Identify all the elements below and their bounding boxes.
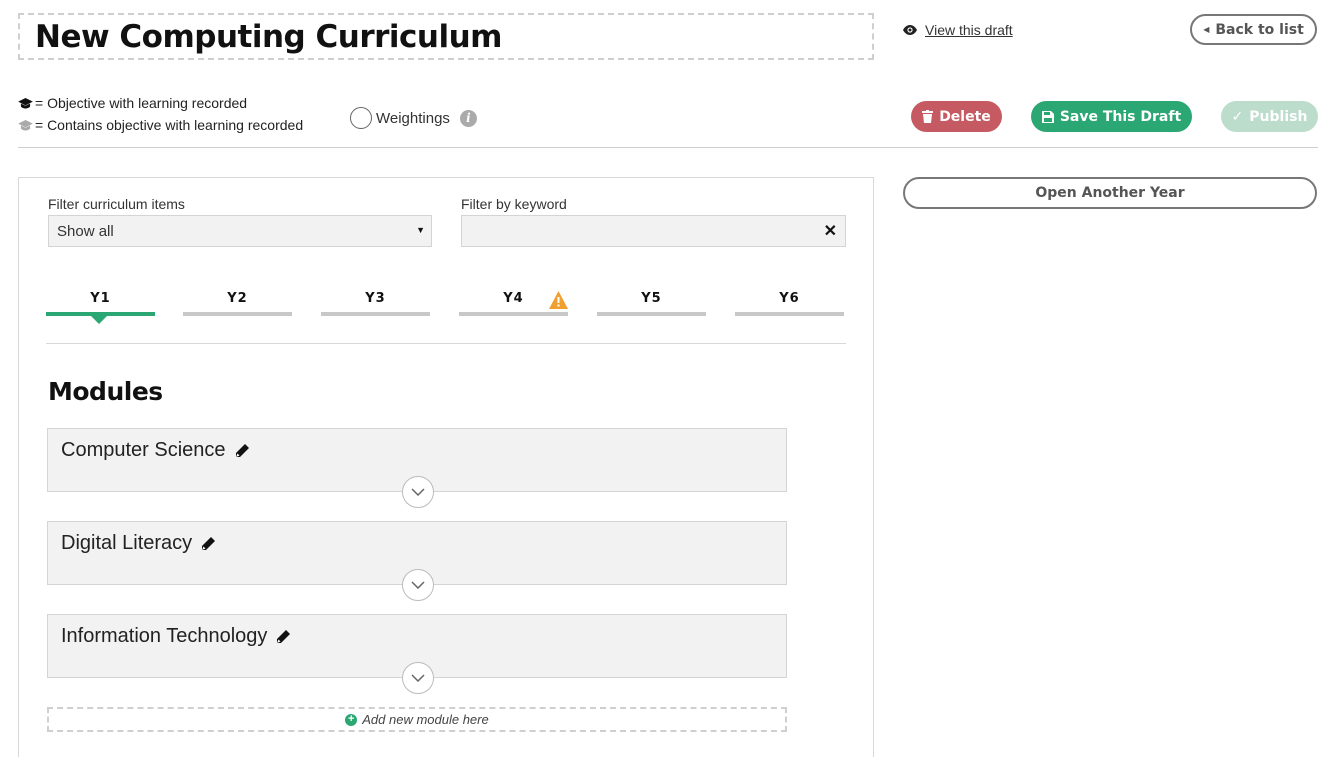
clear-icon[interactable]: ✕ [824, 221, 837, 241]
warning-icon [549, 291, 568, 309]
legend: = Objective with learning recorded = Con… [18, 92, 303, 136]
tab-label: Y6 [779, 291, 800, 306]
pencil-icon[interactable] [200, 536, 216, 552]
tab-label: Y1 [90, 291, 111, 306]
expand-module-button[interactable] [402, 662, 434, 694]
eye-icon [903, 25, 917, 35]
tab-label: Y5 [641, 291, 662, 306]
filter-keyword-input[interactable]: ✕ [461, 215, 846, 247]
tab-y3[interactable]: Y3 [321, 291, 430, 316]
module-title: Digital Literacy [61, 532, 216, 555]
module-card[interactable]: Information Technology [47, 614, 787, 694]
filter-items-value: Show all [57, 223, 114, 240]
plus-circle-icon: + [345, 713, 358, 726]
back-to-list-label: Back to list [1215, 21, 1304, 38]
graduation-cap-outline-icon [18, 119, 33, 131]
caret-left-icon: ◀ [1203, 25, 1210, 34]
pencil-icon[interactable] [275, 629, 291, 645]
trash-icon [922, 110, 934, 123]
module-title: Information Technology [61, 625, 291, 648]
info-icon[interactable]: i [459, 109, 477, 127]
open-another-year-button[interactable]: Open Another Year [903, 177, 1317, 209]
header-divider [18, 147, 1318, 148]
expand-module-button[interactable] [402, 476, 434, 508]
module-card[interactable]: Digital Literacy [47, 521, 787, 601]
tabs-divider [46, 343, 846, 344]
weightings-radio[interactable] [350, 107, 372, 129]
expand-module-button[interactable] [402, 569, 434, 601]
chevron-down-icon [411, 581, 425, 589]
legend-contains: = Contains objective with learning recor… [18, 114, 303, 136]
filter-keyword-label: Filter by keyword [461, 196, 567, 212]
tab-y1[interactable]: Y1 [46, 291, 155, 316]
weightings-label: Weightings [376, 109, 450, 127]
module-title-text: Computer Science [61, 439, 226, 461]
publish-button[interactable]: ✓ Publish [1221, 101, 1318, 132]
dropdown-arrow-icon: ▼ [416, 225, 425, 235]
tab-label: Y3 [365, 291, 386, 306]
check-icon: ✓ [1231, 108, 1244, 125]
legend-objective: = Objective with learning recorded [18, 92, 303, 114]
delete-button[interactable]: Delete [911, 101, 1002, 132]
add-module-button[interactable]: + Add new module here [47, 707, 787, 732]
weightings-toggle[interactable]: Weightings i [350, 107, 477, 129]
chevron-down-icon [411, 674, 425, 682]
floppy-disk-icon [1041, 110, 1054, 123]
filter-items-select[interactable]: Show all ▼ [48, 215, 432, 247]
open-another-year-label: Open Another Year [1035, 185, 1185, 201]
module-card[interactable]: Computer Science [47, 428, 787, 508]
delete-label: Delete [939, 108, 991, 125]
save-draft-label: Save This Draft [1059, 108, 1182, 125]
chevron-down-icon [411, 488, 425, 496]
tab-y5[interactable]: Y5 [597, 291, 706, 316]
page-title: New Computing Curriculum [35, 19, 502, 55]
pencil-icon[interactable] [234, 443, 250, 459]
publish-label: Publish [1249, 108, 1308, 125]
legend-objective-text: = Objective with learning recorded [35, 95, 248, 111]
active-tab-pointer [89, 314, 109, 324]
title-field[interactable]: New Computing Curriculum [18, 13, 874, 60]
filter-items-label: Filter curriculum items [48, 196, 185, 212]
tab-y6[interactable]: Y6 [735, 291, 844, 316]
back-to-list-button[interactable]: ◀ Back to list [1190, 14, 1317, 45]
module-title-text: Information Technology [61, 625, 268, 647]
curriculum-panel: Filter curriculum items Show all ▼ Filte… [18, 177, 874, 757]
view-draft-label[interactable]: View this draft [925, 22, 1013, 38]
add-module-label: Add new module here [362, 712, 489, 727]
tab-label: Y4 [503, 291, 524, 306]
modules-heading: Modules [48, 377, 163, 406]
tab-y2[interactable]: Y2 [183, 291, 292, 316]
legend-contains-text: = Contains objective with learning recor… [35, 117, 304, 133]
tab-label: Y2 [227, 291, 248, 306]
save-draft-button[interactable]: Save This Draft [1031, 101, 1192, 132]
view-draft-link[interactable]: View this draft [903, 22, 1013, 38]
module-title-text: Digital Literacy [61, 532, 193, 554]
graduation-cap-icon [18, 97, 33, 109]
module-title: Computer Science [61, 439, 250, 462]
